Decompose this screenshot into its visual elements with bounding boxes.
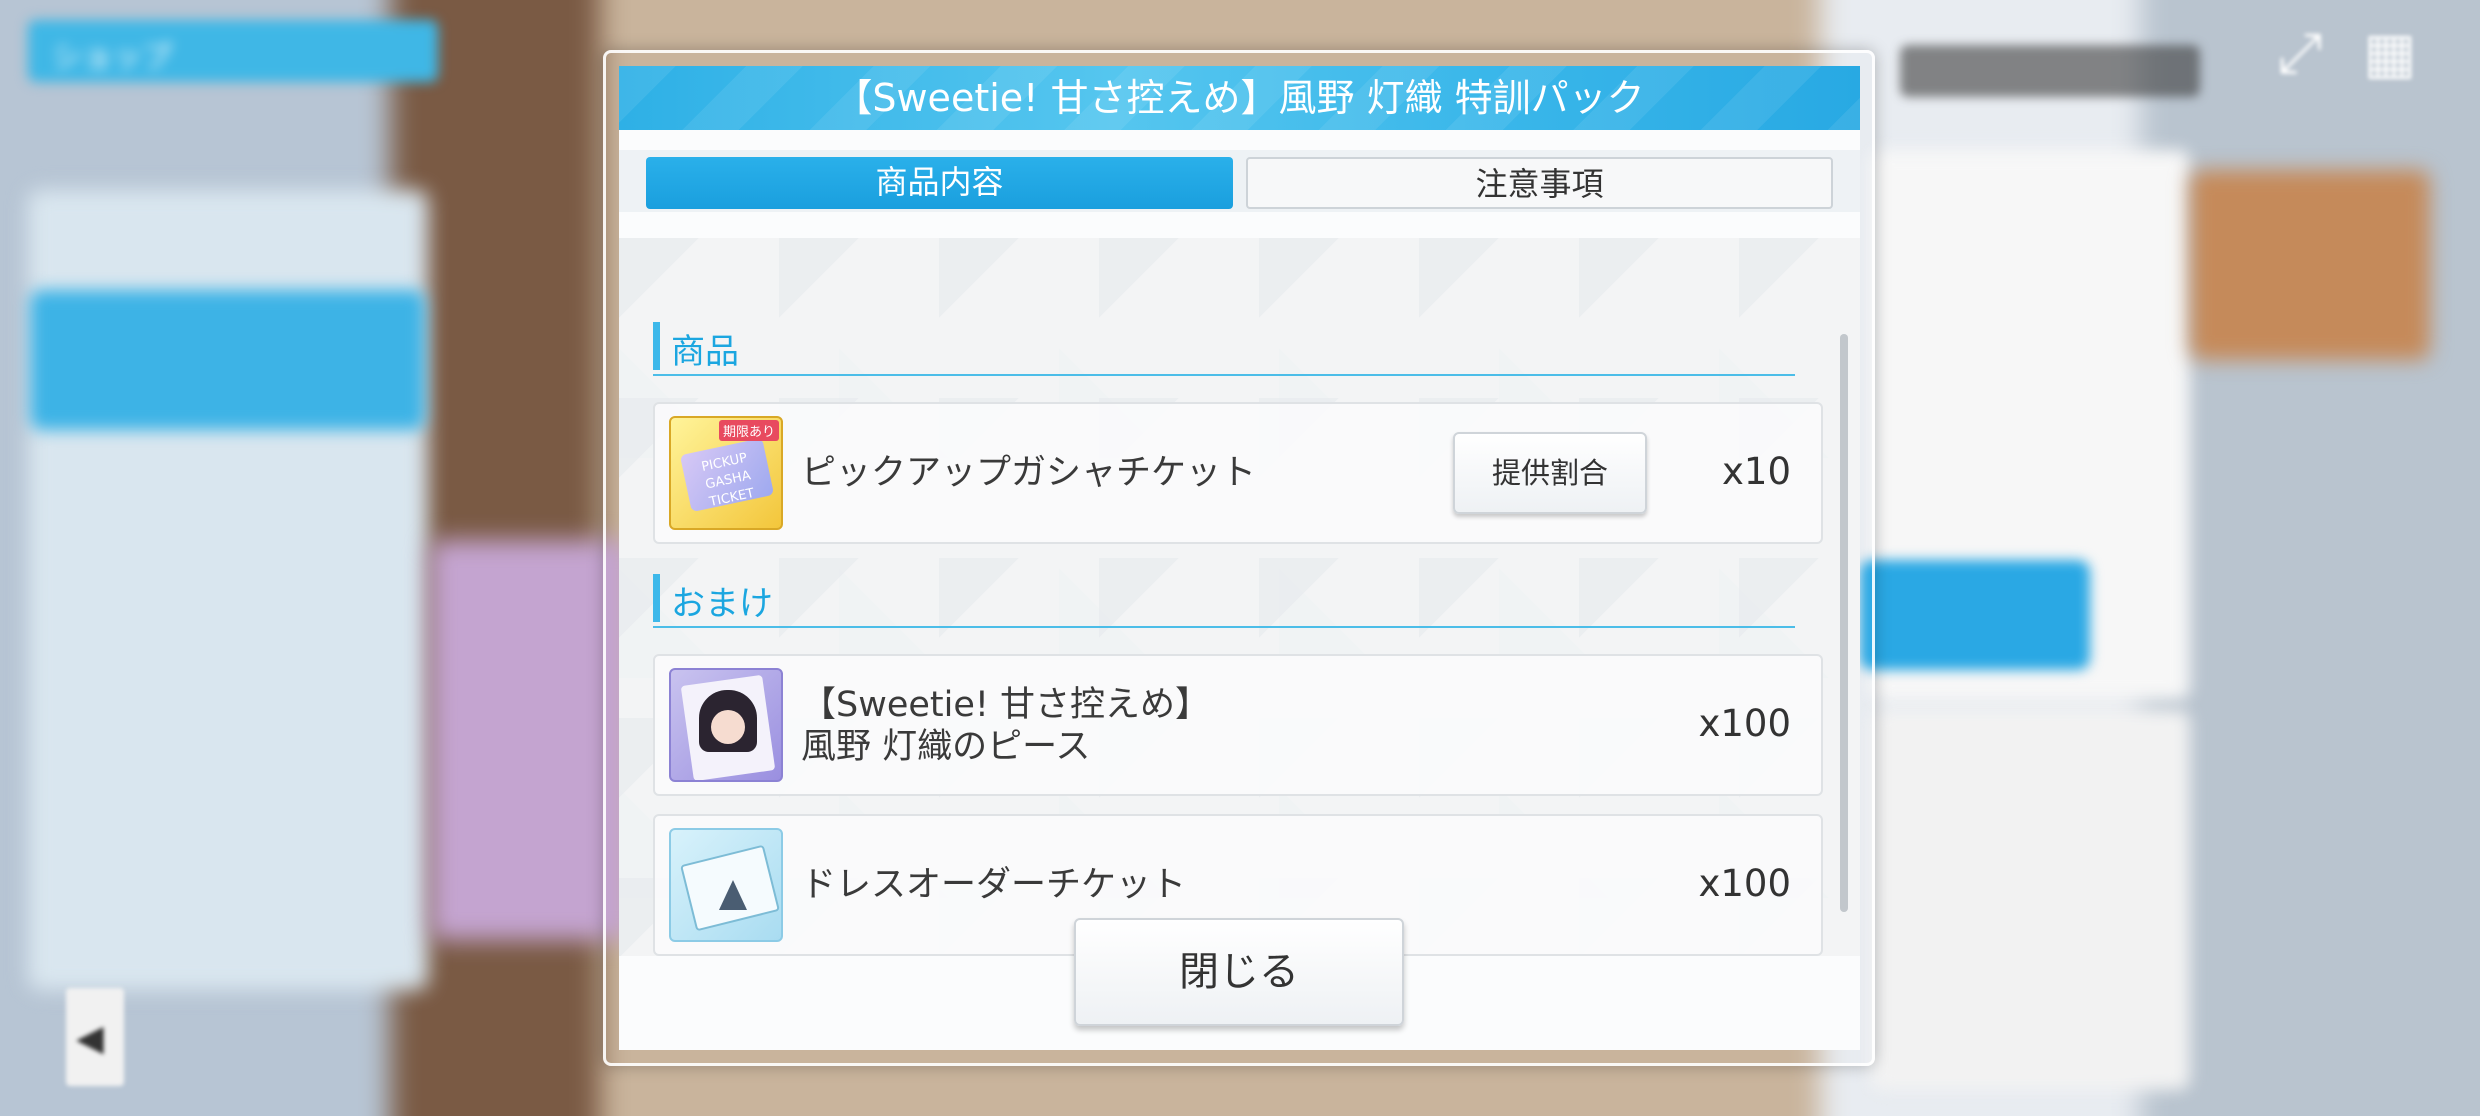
background-buy-button	[1860, 560, 2090, 670]
list-item: 【Sweetie! 甘さ控えめ】 風野 灯織のピース x100	[653, 654, 1823, 796]
item-name: ピックアップガシャチケット	[801, 453, 1257, 493]
scrollbar-thumb[interactable]	[1840, 334, 1848, 912]
item-name-line1: 【Sweetie! 甘さ控えめ】	[801, 685, 1211, 725]
section-heading-bonus-label: おまけ	[671, 584, 773, 624]
item-quantity: x10	[1722, 450, 1791, 493]
pack-details-dialog: 【Sweetie! 甘さ控えめ】風野 灯織 特訓パック 商品内容 注意事項 商品…	[619, 66, 1860, 1050]
background-coin-display	[1900, 45, 2200, 97]
section-heading-bonus: おまけ	[653, 570, 1795, 628]
item-quantity: x100	[1698, 862, 1791, 905]
background-sidebar-selected	[30, 290, 425, 430]
back-arrow-icon: ◀	[76, 1018, 104, 1059]
tab-strip: 商品内容 注意事項	[619, 150, 1860, 212]
item-name-line2: 風野 灯織のピース	[801, 727, 1091, 767]
list-item: PICKUP GASHA TICKET 期限あり ピックアップガシャチケット 提…	[653, 402, 1823, 544]
dialog-title: 【Sweetie! 甘さ控えめ】風野 灯織 特訓パック	[619, 66, 1860, 130]
background-shelf	[430, 540, 630, 940]
section-heading-product-label: 商品	[671, 332, 739, 372]
tab-product-contents[interactable]: 商品内容	[646, 157, 1233, 209]
background-menu-label: ショップ	[52, 40, 172, 75]
tab-notes[interactable]: 注意事項	[1246, 157, 1833, 209]
close-button[interactable]: 閉じる	[1074, 918, 1404, 1026]
gacha-ticket-icon: PICKUP GASHA TICKET 期限あり	[669, 416, 783, 530]
expand-icon: ⤢	[2277, 21, 2323, 86]
dress-order-ticket-icon	[669, 828, 783, 942]
back-button: ◀	[66, 988, 124, 1086]
dialog-content: 商品 PICKUP GASHA TICKET 期限あり ピックアップガシャチケッ…	[619, 238, 1860, 956]
content-scrollbar[interactable]	[1840, 334, 1848, 912]
item-quantity: x100	[1698, 702, 1791, 745]
section-heading-product: 商品	[653, 318, 1795, 376]
character-piece-icon	[669, 668, 783, 782]
grid-menu-icon: ▦	[2363, 21, 2417, 86]
limited-badge: 期限あり	[718, 420, 779, 441]
item-name: 【Sweetie! 甘さ控えめ】 風野 灯織のピース	[801, 684, 1210, 768]
background-menu-header: ショップ	[28, 20, 438, 82]
background-banner	[2190, 170, 2430, 360]
drop-rates-button[interactable]: 提供割合	[1453, 432, 1647, 514]
item-name: ドレスオーダーチケット	[801, 865, 1187, 905]
background-top-icons: ⤢ ▦	[2240, 24, 2440, 94]
background-shop-card-2	[1870, 710, 2190, 1090]
ticket-graphic: PICKUP GASHA TICKET	[679, 437, 775, 513]
